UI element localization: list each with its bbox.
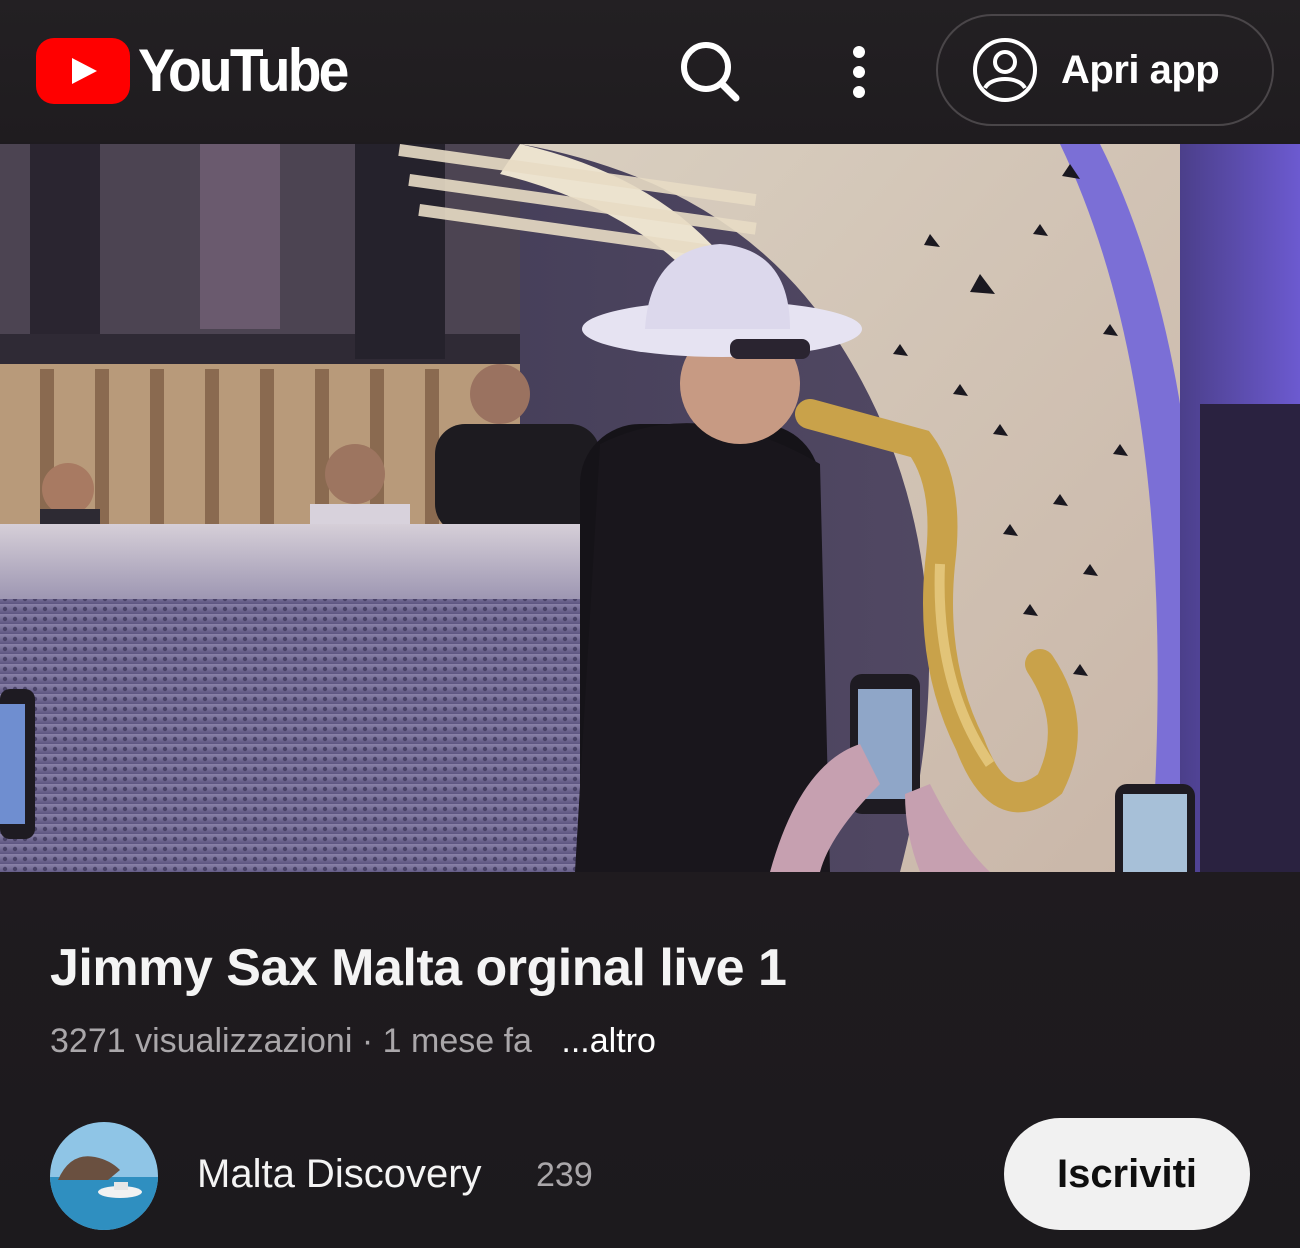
- more-link[interactable]: ...altro: [561, 1022, 655, 1060]
- youtube-logo[interactable]: YouTube: [36, 36, 365, 105]
- logo-text: YouTube: [138, 37, 349, 104]
- channel-avatar-image: [50, 1122, 158, 1230]
- account-circle-icon: [973, 38, 1037, 102]
- open-app-label: Apri app: [1061, 47, 1220, 92]
- top-app-bar: YouTube Apri app: [0, 0, 1300, 142]
- channel-row: Malta Discovery 239 Iscriviti: [50, 1118, 1250, 1230]
- video-player[interactable]: [0, 144, 1300, 872]
- video-title[interactable]: Jimmy Sax Malta orginal live 1: [50, 938, 787, 998]
- channel-name[interactable]: Malta Discovery: [197, 1152, 482, 1197]
- video-thumbnail: [0, 144, 1300, 872]
- youtube-logo-icon: [36, 37, 130, 104]
- view-count: 3271 visualizzazioni: [50, 1022, 353, 1060]
- video-meta[interactable]: 3271 visualizzazioni · 1 mese fa ...altr…: [50, 1022, 656, 1061]
- search-icon: [681, 42, 740, 102]
- upload-age: 1 mese fa: [382, 1022, 532, 1060]
- more-options-button[interactable]: [835, 32, 885, 112]
- subscribe-button[interactable]: Iscriviti: [1004, 1118, 1250, 1230]
- search-button[interactable]: [670, 32, 750, 112]
- video-info: Jimmy Sax Malta orginal live 1 3271 visu…: [0, 872, 1300, 1248]
- open-app-button[interactable]: Apri app: [936, 14, 1274, 126]
- channel-avatar[interactable]: [50, 1122, 158, 1230]
- subscriber-count: 239: [536, 1156, 593, 1194]
- meta-separator: ·: [361, 1022, 374, 1060]
